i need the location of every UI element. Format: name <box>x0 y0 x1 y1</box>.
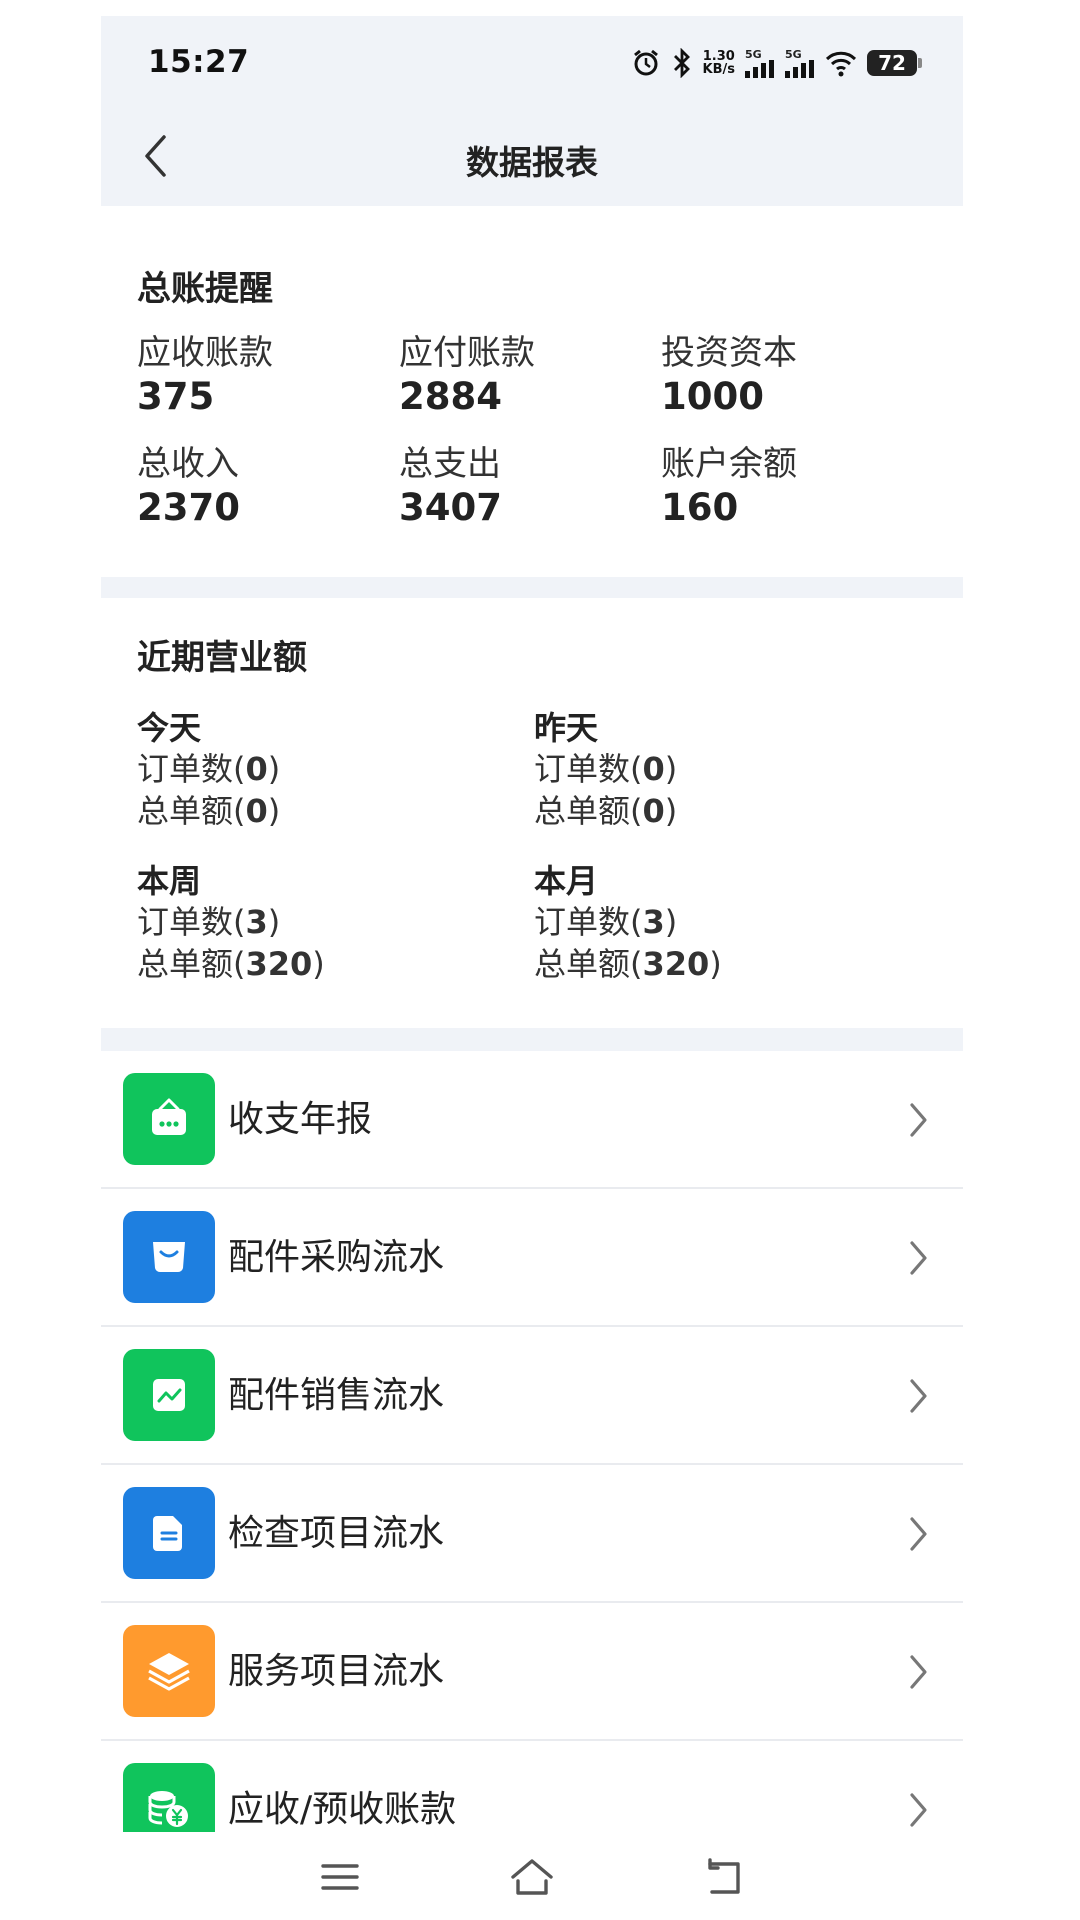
order-amount: 总单额(320) <box>534 945 722 983</box>
system-nav-bar <box>0 1832 1080 1920</box>
stat-total-income: 总收入 2370 <box>137 442 377 530</box>
order-count: 订单数(3) <box>534 903 678 941</box>
menu-item-service[interactable]: 服务项目流水 <box>101 1603 963 1741</box>
stat-label: 账户余额 <box>661 444 797 484</box>
period-name: 今天 <box>137 709 202 747</box>
status-time: 15:27 <box>148 44 250 80</box>
order-count: 订单数(3) <box>137 903 281 941</box>
period-week: 本周 订单数(3) 总单额(320) <box>137 861 517 985</box>
chevron-right-icon <box>903 1233 933 1283</box>
period-name: 昨天 <box>534 709 599 747</box>
report-menu: 收支年报 配件采购流水 配件销售流水 检查项目流水 服务项目流水 应收/预收账款 <box>101 1051 963 1832</box>
stat-value: 2884 <box>399 375 502 418</box>
signal-icon: 5G <box>785 49 815 78</box>
chevron-right-icon <box>903 1785 933 1832</box>
menu-item-label: 配件销售流水 <box>228 1375 445 1416</box>
stat-label: 应收账款 <box>137 333 273 373</box>
stat-label: 总支出 <box>399 444 501 484</box>
stat-value: 1000 <box>661 375 764 418</box>
stat-value: 3407 <box>399 486 502 529</box>
order-count: 订单数(0) <box>534 750 678 788</box>
stat-payable: 应付账款 2884 <box>399 331 639 419</box>
revenue-title: 近期营业额 <box>137 638 307 678</box>
document-icon <box>123 1487 215 1579</box>
menu-item-parts-sales[interactable]: 配件销售流水 <box>101 1327 963 1465</box>
ledger-title: 总账提醒 <box>137 269 273 309</box>
period-name: 本周 <box>137 862 202 900</box>
period-month: 本月 订单数(3) 总单额(320) <box>534 861 914 985</box>
menu-item-label: 检查项目流水 <box>228 1513 445 1554</box>
stat-receivable: 应收账款 375 <box>137 331 377 419</box>
stat-label: 投资资本 <box>661 333 797 373</box>
menu-item-receivables[interactable]: 应收/预收账款 <box>101 1741 963 1832</box>
menu-item-inspection[interactable]: 检查项目流水 <box>101 1465 963 1603</box>
stat-balance: 账户余额 160 <box>661 442 901 530</box>
section-divider <box>101 577 963 598</box>
status-icons: 1.30 KB/s 5G 5G 72 <box>631 46 922 80</box>
order-amount: 总单额(0) <box>534 792 678 830</box>
chevron-right-icon <box>903 1509 933 1559</box>
revenue-section: 近期营业额 今天 订单数(0) 总单额(0) 昨天 订单数(0) 总单额(0) … <box>101 598 963 1028</box>
stat-investment: 投资资本 1000 <box>661 331 901 419</box>
layers-icon <box>123 1625 215 1717</box>
chevron-right-icon <box>903 1647 933 1697</box>
wifi-icon <box>825 49 857 77</box>
menu-item-label: 服务项目流水 <box>228 1651 445 1692</box>
shop-icon <box>123 1073 215 1165</box>
alarm-icon <box>631 48 661 78</box>
shopping-bag-icon <box>123 1211 215 1303</box>
menu-item-parts-purchase[interactable]: 配件采购流水 <box>101 1189 963 1327</box>
signal-icon: 5G <box>745 49 775 78</box>
stat-value: 160 <box>661 486 739 529</box>
order-amount: 总单额(0) <box>137 792 281 830</box>
net-speed: 1.30 KB/s <box>702 49 735 77</box>
menu-item-label: 收支年报 <box>228 1099 373 1140</box>
menu-item-label: 应收/预收账款 <box>228 1789 457 1830</box>
battery-icon: 72 <box>867 50 922 76</box>
page-title: 数据报表 <box>466 143 598 182</box>
trend-chart-icon <box>123 1349 215 1441</box>
back-icon[interactable] <box>692 1852 752 1902</box>
order-count: 订单数(0) <box>137 750 281 788</box>
stat-label: 应付账款 <box>399 333 535 373</box>
home-icon[interactable] <box>502 1852 562 1902</box>
status-bar: 15:27 1.30 KB/s 5G 5G 72 <box>101 16 963 106</box>
stat-total-expense: 总支出 3407 <box>399 442 639 530</box>
section-divider <box>101 1028 963 1051</box>
period-today: 今天 订单数(0) 总单额(0) <box>137 708 517 832</box>
menu-item-annual-report[interactable]: 收支年报 <box>101 1051 963 1189</box>
menu-item-label: 配件采购流水 <box>228 1237 445 1278</box>
chevron-right-icon <box>903 1095 933 1145</box>
header: 数据报表 <box>101 106 963 206</box>
chevron-right-icon <box>903 1371 933 1421</box>
app-frame: 15:27 1.30 KB/s 5G 5G 72 数据报表 总账提醒 应收账款 … <box>101 16 963 1832</box>
stat-value: 2370 <box>137 486 240 529</box>
menu-icon[interactable] <box>310 1852 370 1902</box>
stat-value: 375 <box>137 375 215 418</box>
period-name: 本月 <box>534 862 599 900</box>
bluetooth-icon <box>671 48 693 78</box>
coins-icon <box>123 1763 215 1832</box>
stat-label: 总收入 <box>137 444 239 484</box>
ledger-section: 总账提醒 应收账款 375 应付账款 2884 投资资本 1000 总收入 23… <box>101 206 963 577</box>
period-yesterday: 昨天 订单数(0) 总单额(0) <box>534 708 914 832</box>
order-amount: 总单额(320) <box>137 945 325 983</box>
